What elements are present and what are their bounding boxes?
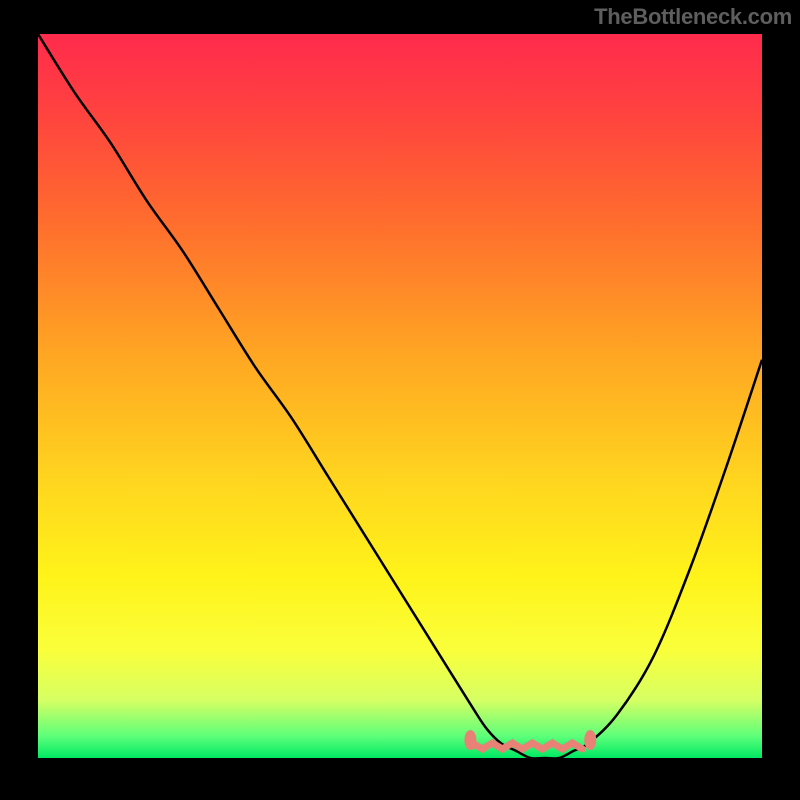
marker-end-blob — [464, 730, 476, 750]
plot-area — [38, 34, 762, 758]
marker-end-blob — [584, 730, 596, 750]
bottleneck-curve — [38, 34, 762, 758]
chart-container: TheBottleneck.com — [0, 0, 800, 800]
curve-layer — [38, 34, 762, 758]
marker-squiggle — [472, 743, 582, 749]
attribution-text: TheBottleneck.com — [594, 4, 792, 30]
low-bottleneck-markers — [464, 730, 596, 750]
